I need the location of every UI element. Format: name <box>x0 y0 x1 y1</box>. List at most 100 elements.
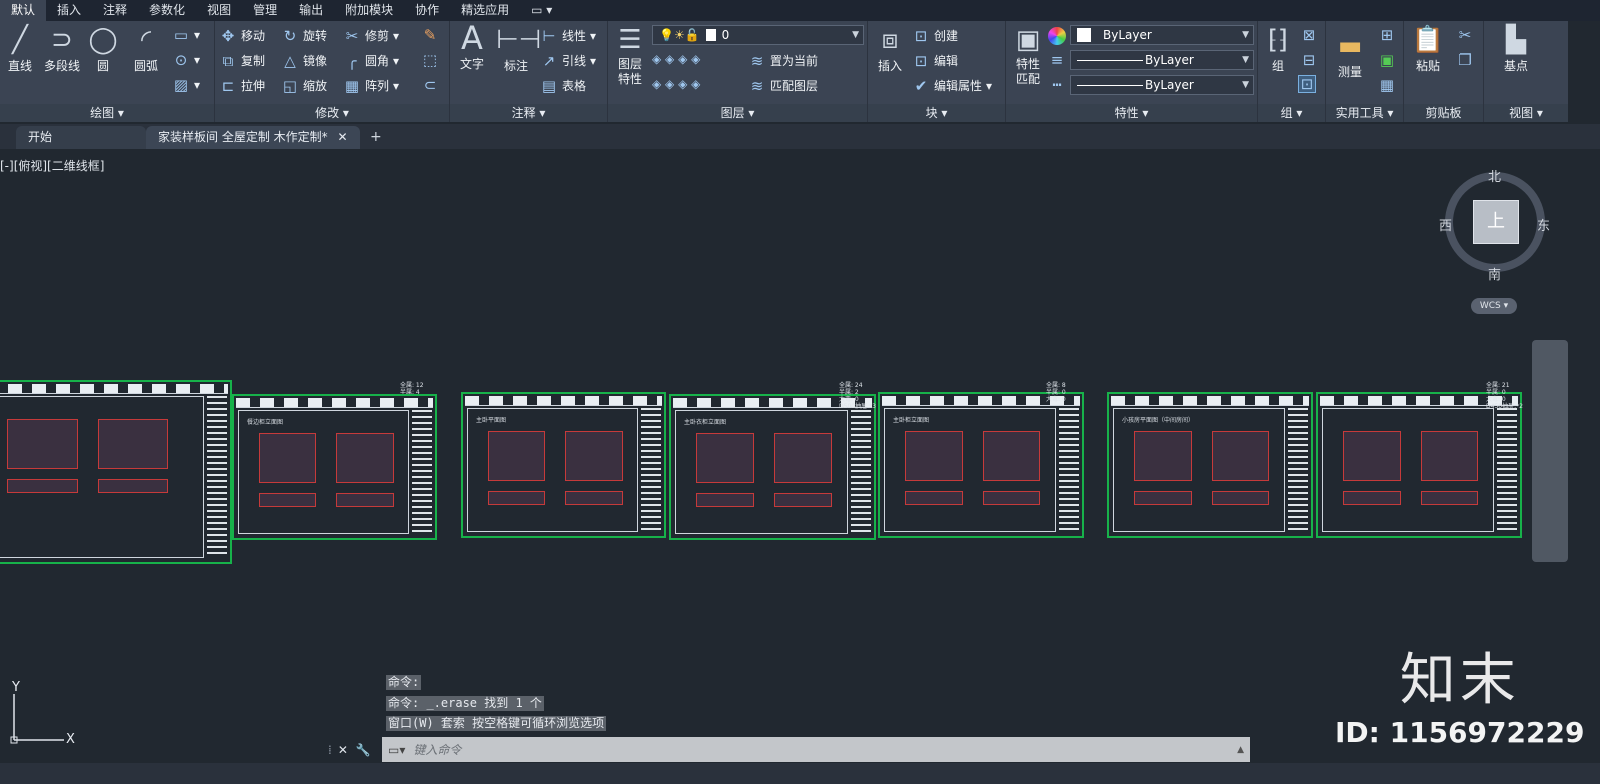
rotate-button[interactable]: ↻ 旋转 <box>281 27 327 44</box>
trim-button[interactable]: ✂ 修剪 ▾ <box>343 27 399 44</box>
scale-button[interactable]: ◱ 缩放 <box>281 77 327 94</box>
ribbon-tab[interactable]: 视图 <box>196 0 242 21</box>
quick-select-icon[interactable]: ⊞ <box>1378 27 1396 43</box>
ribbon-tab[interactable]: 默认 <box>0 0 47 21</box>
calculator-icon[interactable]: ▦ <box>1378 77 1396 93</box>
panel-title-properties[interactable]: 特性 ▾ <box>1006 104 1257 122</box>
compass-south[interactable]: 南 <box>1488 264 1501 283</box>
wcs-menu[interactable]: WCS ▾ <box>1471 298 1517 314</box>
history-up-icon[interactable]: ▲ <box>1237 745 1244 755</box>
layer-tools-row1[interactable]: ◈ ◈ ◈ ◈ <box>652 52 700 66</box>
mirror-button[interactable]: △ 镜像 <box>281 52 327 69</box>
drawing-sheet[interactable]: 小孩房平面图（中间房间） <box>1107 392 1313 538</box>
erase-button[interactable]: ✎ <box>421 27 439 43</box>
sheet-title: 主卧平面图 <box>476 417 507 424</box>
rectangle-button[interactable]: ▭ ▾ <box>172 27 200 43</box>
ribbon-tab[interactable]: 注释 <box>92 0 138 21</box>
panel-title-clipboard[interactable]: 剪贴板 <box>1404 104 1483 122</box>
array-button[interactable]: ▦ 阵列 ▾ <box>343 77 399 94</box>
viewport-controls[interactable]: [-][俯视][二维线框] <box>0 157 104 174</box>
arc-button[interactable]: ◜ 圆弧 <box>128 25 164 74</box>
group-select-icon[interactable]: ⊡ <box>1298 75 1316 93</box>
ribbon-tab[interactable]: 管理 <box>242 0 288 21</box>
line-button[interactable]: ╱ 直线 <box>2 25 38 74</box>
fillet-button[interactable]: ╭ 圆角 ▾ <box>343 52 399 69</box>
copy-button[interactable]: ⧉ 复制 <box>219 52 265 69</box>
table-button[interactable]: ▤ 表格 <box>540 77 586 94</box>
furniture-elevation <box>982 431 1041 481</box>
ribbon-tab[interactable]: 附加模块 <box>334 0 404 21</box>
group-button[interactable]: ⁅⁆ 组 <box>1260 25 1296 74</box>
copy-clip-icon[interactable]: ❐ <box>1456 52 1474 68</box>
match-layer-button[interactable]: ≋ 匹配图层 <box>748 77 818 94</box>
drawing-sheet[interactable]: 主卧衣柜立面图 <box>669 394 876 540</box>
hatch-button[interactable]: ▨ ▾ <box>172 77 200 93</box>
select-all-icon[interactable]: ▣ <box>1378 52 1396 68</box>
polyline-button[interactable]: ⊃ 多段线 <box>40 25 84 74</box>
close-command-icon[interactable]: ✕ <box>338 743 348 757</box>
ribbon-tab[interactable]: 输出 <box>288 0 334 21</box>
close-icon[interactable]: ✕ <box>337 130 347 144</box>
linetype-dropdown[interactable]: ByLayer ▼ <box>1070 50 1254 70</box>
panel-title-block[interactable]: 块 ▾ <box>868 104 1005 122</box>
linear-button[interactable]: ⊢ 线性 ▾ <box>540 27 596 44</box>
workspace-switch-button[interactable]: ▭ ▾ <box>520 0 563 21</box>
wrench-icon[interactable]: 🔧 <box>356 743 371 757</box>
ribbon-tab[interactable]: 精选应用 <box>450 0 520 21</box>
ribbon-tab[interactable]: 协作 <box>404 0 450 21</box>
layer-dropdown[interactable]: 💡☀🔓 0 ▼ <box>652 25 864 45</box>
edit-attributes-button[interactable]: ✔ 编辑属性 ▾ <box>912 77 992 94</box>
compass-west[interactable]: 西 <box>1439 215 1452 234</box>
drawing-sheet[interactable] <box>0 380 232 564</box>
drawing-sheet[interactable] <box>1316 392 1522 538</box>
circle-button[interactable]: ◯ 圆 <box>86 25 120 74</box>
ribbon-tab[interactable]: 参数化 <box>138 0 196 21</box>
stretch-button[interactable]: ⊏ 拉伸 <box>219 77 265 94</box>
panel-title-utilities[interactable]: 实用工具 ▾ <box>1326 104 1403 122</box>
color-dropdown[interactable]: ByLayer ▼ <box>1070 25 1254 45</box>
drawing-sheet[interactable]: 主卧平面图 <box>461 392 666 538</box>
insert-button[interactable]: ⧈ 插入 <box>872 25 908 74</box>
move-button[interactable]: ✥ 移动 <box>219 27 265 44</box>
ungroup-icon[interactable]: ⊠ <box>1300 27 1318 43</box>
ribbon-tab[interactable]: 插入 <box>46 0 92 21</box>
paste-button[interactable]: 📋 粘贴 <box>1410 25 1446 74</box>
text-button[interactable]: A 文字 <box>454 22 490 72</box>
navigation-bar[interactable] <box>1532 340 1568 562</box>
panel-title-draw[interactable]: 绘图 ▾ <box>0 104 214 122</box>
terminal-icon[interactable]: ▭▾ <box>388 743 405 757</box>
measure-button[interactable]: ▬ 测量 <box>1330 31 1370 80</box>
leader-button[interactable]: ↗ 引线 ▾ <box>540 52 596 69</box>
panel-title-view[interactable]: 视图 ▾ <box>1484 104 1568 122</box>
panel-title-annotation[interactable]: 注释 ▾ <box>450 104 607 122</box>
group-edit-icon[interactable]: ⊟ <box>1300 52 1318 68</box>
explode-button[interactable]: ⬚ <box>421 52 439 68</box>
cut-icon[interactable]: ✂ <box>1456 27 1474 43</box>
command-input[interactable]: ▭▾ 键入命令 ▲ <box>382 737 1250 762</box>
tab-active-drawing[interactable]: 家装样板间 全屋定制 木作定制* ✕ <box>146 126 360 149</box>
base-view-icon: ▙ <box>1506 25 1526 55</box>
compass-north[interactable]: 北 <box>1488 166 1501 185</box>
layer-tools-row2[interactable]: ◈ ◈ ◈ ◈ <box>652 77 700 91</box>
lineweight-dropdown[interactable]: ByLayer ▼ <box>1070 75 1254 95</box>
layer-properties-button[interactable]: ☰ 图层 特性 <box>612 25 648 87</box>
new-tab-button[interactable]: + <box>370 129 382 145</box>
match-properties-button[interactable]: ▣ 特性 匹配 <box>1010 25 1046 87</box>
offset-button[interactable]: ⊂ <box>421 77 439 93</box>
compass-east[interactable]: 东 <box>1537 215 1550 234</box>
create-block-button[interactable]: ⊡ 创建 <box>912 27 958 44</box>
viewcube-top-face[interactable]: 上 <box>1473 200 1519 244</box>
drawing-sheet[interactable]: 餐边柜立面图 <box>232 394 437 540</box>
edit-block-button[interactable]: ⊡ 编辑 <box>912 52 958 69</box>
panel-title-layers[interactable]: 图层 ▾ <box>608 104 867 122</box>
set-current-button[interactable]: ≋ 置为当前 <box>748 52 818 69</box>
panel-title-modify[interactable]: 修改 ▾ <box>215 104 449 122</box>
panel-layers: ☰ 图层 特性 💡☀🔓 0 ▼ ◈ ◈ ◈ ◈ ≋ 置为当前 ◈ ◈ ◈ ◈ ≋ 匹配图层… <box>608 21 868 122</box>
drag-handle[interactable]: ⁞ <box>328 743 332 757</box>
drawing-sheet[interactable]: 主卧柜立面图 <box>878 392 1084 538</box>
panel-title-groups[interactable]: 组 ▾ <box>1258 104 1325 122</box>
dimension-button[interactable]: ⊢⊣ 标注 <box>496 25 541 74</box>
tab-start[interactable]: 开始 <box>16 126 146 149</box>
ellipse-button[interactable]: ⊙ ▾ <box>172 52 200 68</box>
base-point-button[interactable]: ▙ 基点 <box>1494 25 1538 74</box>
